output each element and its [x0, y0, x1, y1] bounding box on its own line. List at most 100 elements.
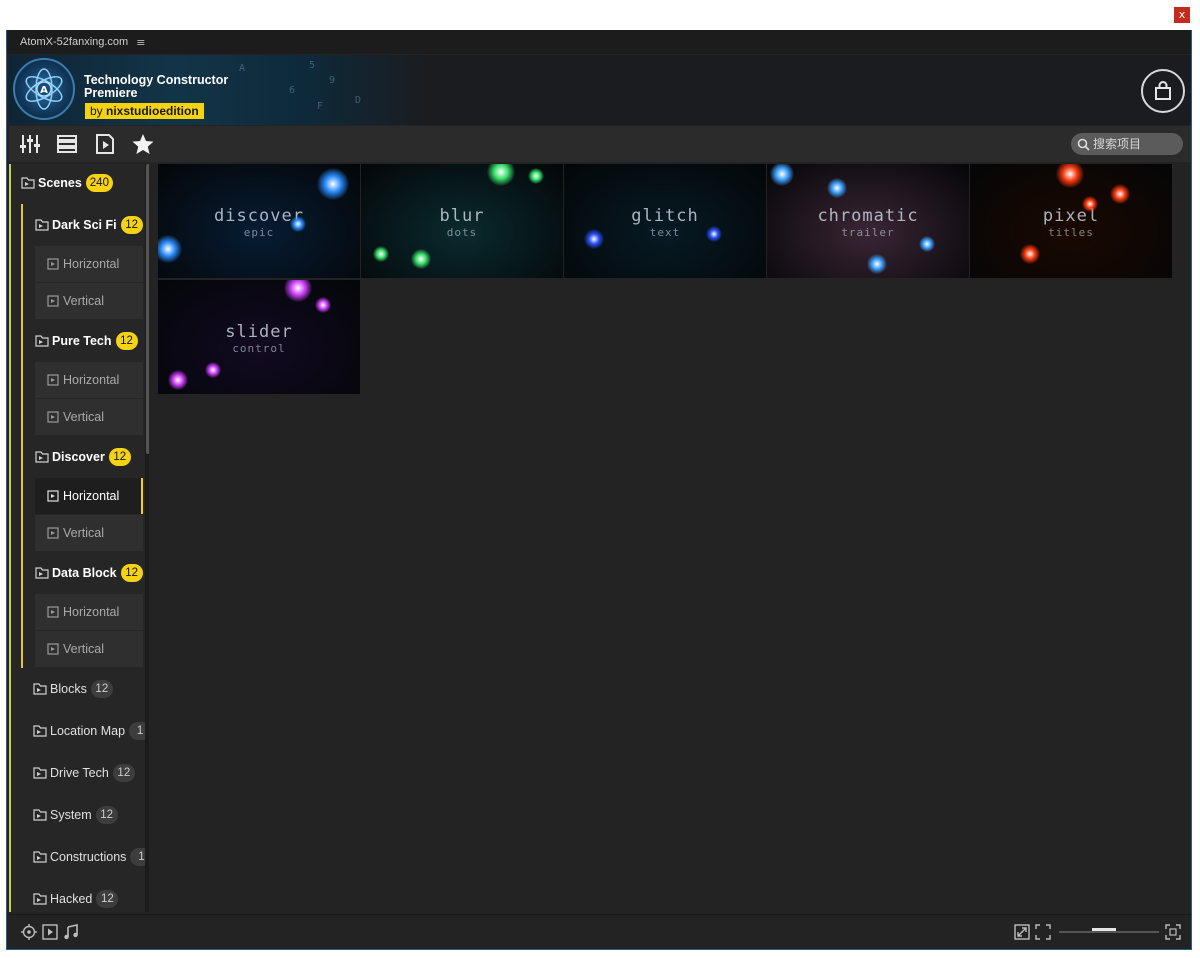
thumbnail-card[interactable]: glitch text [564, 164, 766, 278]
glow-light [158, 235, 182, 263]
video-file-icon[interactable] [94, 133, 116, 155]
tree-leaf-vertical[interactable]: Vertical [35, 631, 143, 667]
brand-title: Technology Constructor Premiere [84, 74, 228, 100]
glow-light [770, 164, 794, 186]
thumbnail-subtitle: dots [446, 226, 478, 239]
file-icon [47, 527, 59, 539]
toolbar [9, 126, 1191, 162]
tree-node-label: Scenes [38, 176, 82, 190]
thumbnail-subtitle: epic [243, 226, 275, 239]
star-icon[interactable] [132, 133, 154, 155]
thumbnail-subtitle: control [232, 342, 286, 355]
tree-node-blocks[interactable]: Blocks 12 [33, 680, 113, 698]
tree-node-scenes[interactable]: Scenes 240 [21, 174, 113, 192]
play-box-icon[interactable] [42, 924, 58, 940]
search-input[interactable] [1093, 137, 1177, 151]
file-icon [47, 374, 59, 386]
folder-icon [21, 177, 35, 189]
music-note-icon[interactable] [63, 924, 79, 940]
tree-leaf-horizontal[interactable]: Horizontal [35, 246, 143, 282]
count-badge: 12 [96, 890, 119, 908]
search-box[interactable] [1071, 133, 1183, 155]
count-badge: 12 [120, 564, 143, 582]
banner-digit: 6 [289, 85, 296, 96]
author-badge-name: nixstudioedition [106, 104, 199, 118]
header-banner: 5 9 6 A F D A Technology Constructor Pre… [9, 55, 1191, 125]
tree-node-location-map[interactable]: Location Map 1 [33, 722, 149, 740]
tree-leaf-label: Horizontal [63, 489, 120, 503]
panel-tab[interactable]: AtomX-52fanxing.com ≡ [7, 30, 1191, 54]
tree-leaf-label: Vertical [63, 410, 104, 424]
sliders-icon[interactable] [19, 133, 41, 155]
tree-guide [9, 164, 11, 912]
thumbnail-title: chromatic [817, 206, 919, 226]
tree-node-pure-tech[interactable]: Pure Tech 12 [35, 332, 138, 350]
thumbnail-card[interactable]: slider control [158, 280, 360, 394]
tree-leaf-label: Horizontal [63, 373, 120, 387]
fit-icon[interactable] [1165, 924, 1181, 940]
shopping-bag-button[interactable] [1141, 69, 1185, 113]
folder-icon [35, 451, 49, 463]
glow-light [487, 164, 515, 186]
tree-node-discover[interactable]: Discover 12 [35, 448, 131, 466]
tree-node-constructions[interactable]: Constructions 1 [33, 848, 149, 866]
tree-leaf-horizontal-selected[interactable]: Horizontal [35, 478, 143, 514]
thumbnail-card[interactable]: chromatic trailer [767, 164, 969, 278]
thumbnail-subtitle: titles [1048, 226, 1094, 239]
category-tree: Scenes 240 Dark Sci Fi 12 Horizontal Ver… [9, 164, 149, 912]
glow-light [827, 178, 847, 198]
banner-digit: 9 [329, 75, 336, 86]
tree-node-data-block[interactable]: Data Block 12 [35, 564, 143, 582]
tree-leaf-label: Vertical [63, 294, 104, 308]
glow-light [919, 236, 935, 252]
tree-leaf-label: Horizontal [63, 257, 120, 271]
tree-node-drive-tech[interactable]: Drive Tech 12 [33, 764, 135, 782]
tree-leaf-vertical[interactable]: Vertical [35, 399, 143, 435]
tree-node-label: Constructions [50, 850, 127, 864]
tree-node-dark-sci-fi[interactable]: Dark Sci Fi 12 [35, 216, 143, 234]
tree-node-label: Pure Tech [52, 334, 112, 348]
tree-node-hacked[interactable]: Hacked 12 [33, 890, 119, 908]
author-badge[interactable]: by nixstudioedition [85, 103, 204, 119]
thumbnail-title: slider [225, 322, 293, 342]
expand-icon[interactable] [1014, 924, 1030, 940]
tree-node-system[interactable]: System 12 [33, 806, 118, 824]
tree-node-label: System [50, 808, 92, 822]
sidebar-scroll-thumb[interactable] [146, 164, 149, 454]
glow-light [1020, 244, 1040, 264]
tree-node-label: Discover [52, 450, 105, 464]
fullscreen-icon[interactable] [1035, 924, 1051, 940]
folder-icon [33, 893, 47, 905]
glow-light [706, 226, 722, 242]
glow-light [317, 168, 349, 200]
tree-leaf-horizontal[interactable]: Horizontal [35, 594, 143, 630]
count-badge: 12 [112, 764, 135, 782]
target-icon[interactable] [21, 924, 37, 940]
folder-icon [33, 683, 47, 695]
thumbnail-card[interactable]: blur dots [361, 164, 563, 278]
list-icon[interactable] [56, 133, 78, 155]
zoom-slider-track[interactable] [1059, 931, 1159, 933]
hamburger-icon[interactable]: ≡ [136, 36, 145, 49]
tree-leaf-horizontal[interactable]: Horizontal [35, 362, 143, 398]
tree-leaf-label: Horizontal [63, 605, 120, 619]
glow-light [867, 254, 887, 274]
tree-node-label: Dark Sci Fi [52, 218, 117, 232]
thumbnail-card[interactable]: discover epic [158, 164, 360, 278]
os-titlebar: x [0, 0, 1200, 30]
svg-text:A: A [40, 85, 48, 96]
tree-leaf-vertical[interactable]: Vertical [35, 283, 143, 319]
count-badge: 12 [108, 448, 131, 466]
atom-logo-icon: A [13, 58, 75, 120]
count-badge: 240 [85, 174, 113, 192]
folder-icon [33, 809, 47, 821]
author-badge-prefix: by [90, 104, 107, 118]
thumbnail-card[interactable]: pixel titles [970, 164, 1172, 278]
tree-node-label: Drive Tech [50, 766, 109, 780]
zoom-slider-handle[interactable] [1092, 928, 1116, 931]
folder-icon [35, 335, 49, 347]
close-button[interactable]: x [1174, 7, 1190, 23]
tree-leaf-vertical[interactable]: Vertical [35, 515, 143, 551]
tree-node-label: Data Block [52, 566, 117, 580]
glow-light [284, 280, 312, 302]
